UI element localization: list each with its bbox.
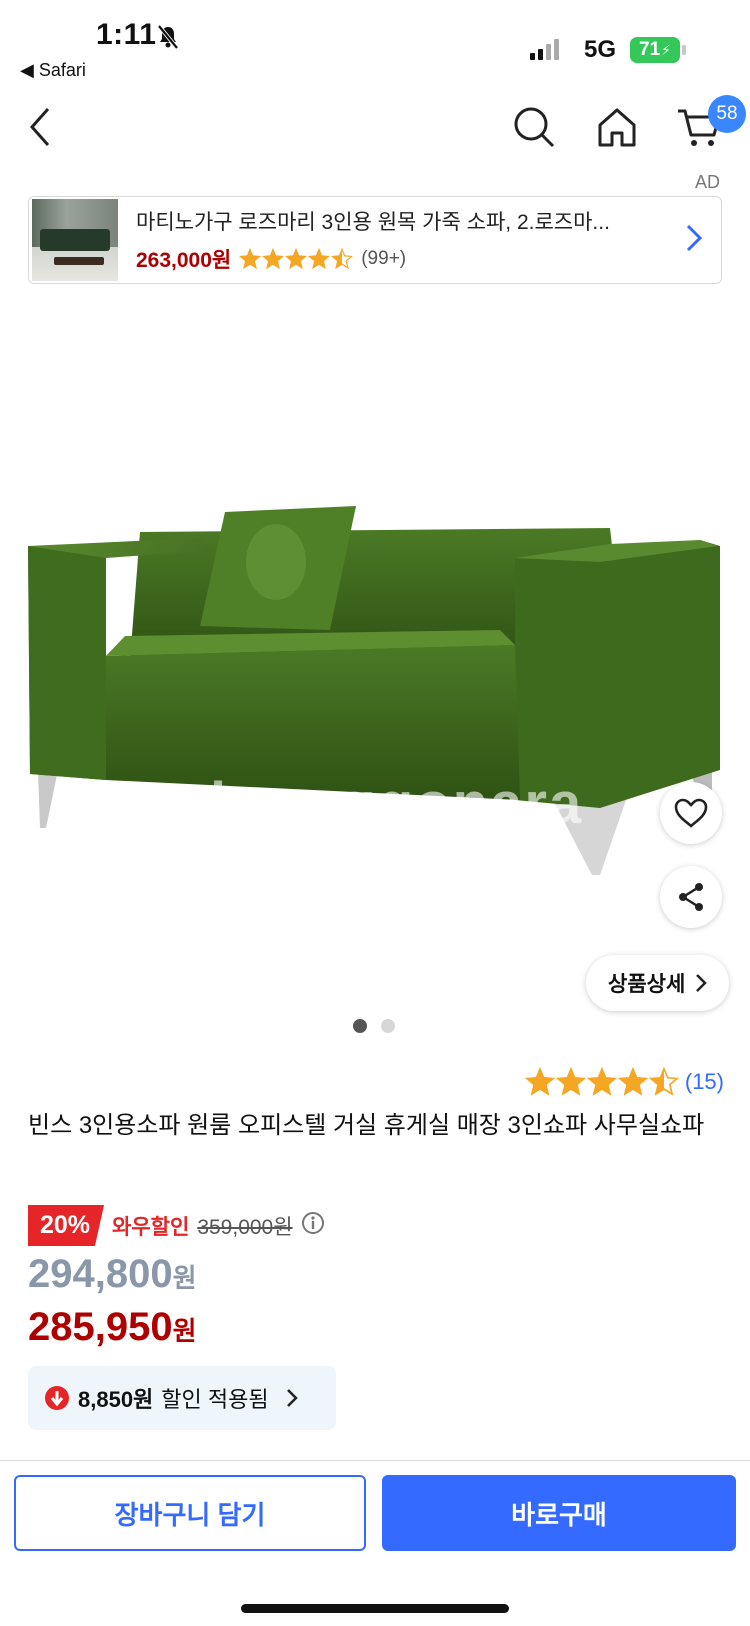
wow-price-unit: 원 (172, 1316, 197, 1346)
wow-price: 285,950원 (28, 1305, 197, 1350)
original-price: 359,000원 (197, 1215, 293, 1239)
discount-badge: 20% (28, 1205, 105, 1246)
product-detail-label: 상품상세 (608, 973, 686, 996)
chevron-right-icon (286, 1389, 298, 1407)
network-type: 5G (584, 36, 617, 63)
cellular-signal-icon (530, 38, 559, 60)
status-bar: 1:11 ◀ Safari 5G 71 ⚡ (0, 0, 750, 90)
product-rating[interactable]: (15) (524, 1067, 724, 1097)
wishlist-button[interactable] (660, 782, 722, 844)
page-dot-2[interactable] (381, 1019, 395, 1033)
star-icon (239, 248, 262, 270)
info-icon[interactable] (301, 1211, 325, 1240)
star-icon (308, 248, 331, 270)
coupon-amount: 8,850원 (78, 1387, 154, 1412)
star-icon (285, 248, 308, 270)
star-icon (331, 248, 354, 270)
product-image[interactable] (0, 300, 750, 1020)
chevron-right-icon (685, 223, 703, 258)
chevron-right-icon (696, 974, 708, 992)
heart-icon (674, 798, 708, 828)
discount-row: 20% 와우할인 359,000원 (28, 1205, 325, 1246)
search-button[interactable] (512, 105, 556, 154)
star-icon (648, 1067, 679, 1096)
clock: 1:11 (96, 18, 157, 51)
top-nav (0, 95, 750, 165)
ad-rating-stars (239, 248, 354, 270)
sale-price-value: 294,800 (28, 1252, 173, 1296)
cart-count-badge: 58 (708, 95, 746, 133)
star-icon (262, 248, 285, 270)
sale-price: 294,800원 (28, 1252, 197, 1297)
home-icon (598, 108, 636, 147)
silent-mode-icon (156, 24, 180, 55)
battery-level: 71 (639, 39, 661, 60)
add-to-cart-button[interactable]: 장바구니 담기 (14, 1475, 366, 1551)
wow-price-value: 285,950 (28, 1305, 173, 1349)
battery-cap (682, 45, 686, 55)
star-icon (555, 1067, 586, 1096)
home-button[interactable] (596, 105, 638, 154)
image-pagination (353, 1019, 395, 1033)
share-button[interactable] (660, 866, 722, 928)
watermark-text: joonggonara (210, 771, 584, 836)
coupon-text: 할인 적용됨 (161, 1387, 269, 1412)
buy-now-button[interactable]: 바로구매 (382, 1475, 736, 1551)
star-icon (617, 1067, 648, 1096)
product-title: 빈스 3인용소파 원룸 오피스텔 거실 휴게실 매장 3인쇼파 사무실쇼파 (28, 1112, 705, 1139)
share-icon (679, 883, 703, 911)
ad-price: 263,000원 (136, 249, 232, 272)
down-arrow-icon (45, 1386, 69, 1410)
wow-discount-label: 와우할인 (112, 1215, 190, 1239)
chevron-left-icon (29, 108, 50, 146)
ad-review-count: (99+) (361, 248, 407, 269)
product-rating-stars (524, 1067, 679, 1097)
product-review-count: (15) (684, 1069, 724, 1094)
coupon-applied-chip[interactable]: 8,850원 할인 적용됨 (28, 1366, 336, 1430)
search-icon (514, 107, 555, 148)
home-indicator[interactable] (241, 1604, 509, 1613)
page-dot-1[interactable] (353, 1019, 367, 1033)
ad-label: AD (694, 172, 720, 192)
divider (0, 1460, 750, 1461)
ad-product-thumbnail (32, 199, 118, 281)
ad-banner[interactable]: 마티노가구 로즈마리 3인용 원목 가죽 소파, 2.로즈마... 263,00… (28, 196, 722, 284)
star-icon (586, 1067, 617, 1096)
star-icon (524, 1067, 555, 1096)
back-button[interactable] (26, 105, 56, 154)
back-to-safari-link[interactable]: ◀ Safari (20, 60, 86, 81)
ad-product-title: 마티노가구 로즈마리 3인용 원목 가죽 소파, 2.로즈마... (136, 211, 610, 234)
sale-price-unit: 원 (172, 1263, 197, 1293)
product-detail-button[interactable]: 상품상세 (586, 955, 730, 1011)
battery-icon: 71 ⚡ (630, 37, 680, 63)
